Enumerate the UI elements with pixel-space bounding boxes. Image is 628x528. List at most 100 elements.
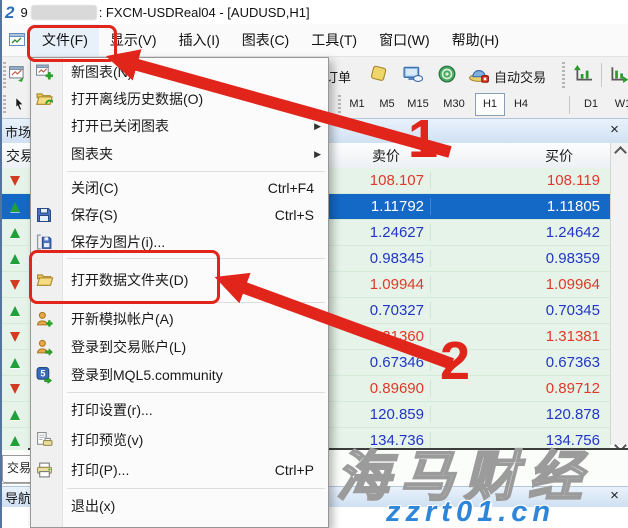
hosting-icon[interactable] xyxy=(402,65,424,83)
autotrading-hat-icon[interactable] xyxy=(468,65,490,83)
tab-divider xyxy=(0,483,30,484)
menu-item-file[interactable]: 文件(F) xyxy=(31,24,99,56)
redacted-account-name xyxy=(31,5,97,20)
buy-price: 108.119 xyxy=(431,172,610,189)
menu-item-save[interactable]: 保存(S) Ctrl+S xyxy=(31,201,328,228)
menu-item-label: 打印设置(r)... xyxy=(71,400,153,420)
buy-price: 1.24642 xyxy=(431,224,610,241)
menu-shortcut: Ctrl+S xyxy=(275,207,328,223)
menu-item-save-as-picture[interactable]: 保存为图片(i)... xyxy=(31,228,328,255)
svg-text:5: 5 xyxy=(40,369,45,379)
open-offline-icon xyxy=(36,90,53,107)
menu-item-print-preview[interactable]: 打印预览(v) xyxy=(31,425,328,455)
market-watch-title: 市场报价 xyxy=(5,122,32,141)
menu-item-close[interactable]: 关闭(C) Ctrl+F4 xyxy=(31,174,328,201)
buy-price: 1.31381 xyxy=(431,328,610,345)
menu-item-new-chart[interactable]: 新图表(N) xyxy=(31,58,328,85)
cursor-tool-icon[interactable] xyxy=(12,96,28,113)
menu-item-exit[interactable]: 退出(x) xyxy=(31,491,328,521)
column-symbol[interactable]: 交易品种 xyxy=(6,146,32,166)
down-arrow-icon xyxy=(0,332,30,342)
menu-item-login-trade-account[interactable]: 登录到交易账户(L) xyxy=(31,333,328,361)
toolbar-separator xyxy=(569,96,570,114)
timeframe-w1[interactable]: W1 xyxy=(612,94,628,114)
menu-item-label: 新图表(N) xyxy=(71,62,132,82)
menu-item-view[interactable]: 显示(V) xyxy=(99,24,168,56)
menu-item-open-deleted[interactable]: 打开已关闭图表 ▶ xyxy=(31,112,328,140)
buy-price: 0.67363 xyxy=(431,354,610,371)
chart-window-icon xyxy=(9,32,25,48)
menu-item-label: 打开离线历史数据(O) xyxy=(71,89,203,109)
save-picture-icon xyxy=(36,233,53,250)
menu-item-label: 登录到交易账户(L) xyxy=(71,337,186,357)
toolbar-grip[interactable] xyxy=(3,95,6,115)
menu-item-profiles[interactable]: 图表夹 ▶ xyxy=(31,140,328,168)
save-icon xyxy=(36,207,52,223)
menu-item-label: 开新模拟帐户(A) xyxy=(71,309,174,329)
down-arrow-icon xyxy=(0,176,30,186)
watermark-url: zzrt01.cn xyxy=(386,496,555,528)
menu-item-label: 打印(P)... xyxy=(71,460,129,480)
chart-grid-icon[interactable] xyxy=(607,65,628,83)
menu-item-label: 退出(x) xyxy=(71,496,115,516)
timeframe-m15[interactable]: M15 xyxy=(404,94,432,114)
submenu-arrow-icon: ▶ xyxy=(314,149,321,160)
login-account-icon xyxy=(36,339,53,356)
menu-item-insert[interactable]: 插入(I) xyxy=(168,24,231,56)
up-arrow-icon xyxy=(0,254,30,264)
close-icon[interactable]: × xyxy=(606,122,623,139)
new-chart-toolbar-icon[interactable] xyxy=(9,65,27,83)
menu-shortcut: Ctrl+F4 xyxy=(268,180,328,196)
mt4-logo-icon: 2 xyxy=(5,4,14,21)
toolbar-grip[interactable] xyxy=(338,95,341,115)
buy-price: 0.70345 xyxy=(431,302,610,319)
menu-item-print[interactable]: 打印(P)... Ctrl+P xyxy=(31,455,328,485)
submenu-arrow-icon: ▶ xyxy=(314,121,321,132)
menu-item-login-mql5[interactable]: 5 登录到MQL5.community xyxy=(31,361,328,389)
scrollbar[interactable] xyxy=(610,143,628,445)
menu-item-label: 保存(S) xyxy=(71,205,118,225)
toolbar-grip[interactable] xyxy=(562,62,565,88)
up-arrow-icon xyxy=(0,202,30,212)
timeframe-m30[interactable]: M30 xyxy=(440,94,468,114)
column-buy[interactable]: 买价 xyxy=(400,146,581,166)
navigator-title: 导航 xyxy=(5,488,31,507)
menu-item-label: 图表夹 xyxy=(71,144,113,164)
menu-item-charts[interactable]: 图表(C) xyxy=(231,24,300,56)
timeframe-h4[interactable]: H4 xyxy=(510,94,532,114)
timeframe-h1[interactable]: H1 xyxy=(475,93,505,116)
toolbar-separator xyxy=(601,63,602,87)
chart-axis-icon[interactable] xyxy=(572,65,594,83)
buy-price: 1.09964 xyxy=(431,276,610,293)
menu-item-help[interactable]: 帮助(H) xyxy=(441,24,510,56)
timeframe-m5[interactable]: M5 xyxy=(376,94,398,114)
open-data-folder-icon xyxy=(36,272,54,289)
menu-item-open-data-folder[interactable]: 打开数据文件夹(D) xyxy=(31,261,328,299)
menu-item-tools[interactable]: 工具(T) xyxy=(300,24,368,56)
up-arrow-icon xyxy=(0,436,30,446)
timeframe-d1[interactable]: D1 xyxy=(580,94,602,114)
up-arrow-icon xyxy=(0,306,30,316)
timeframe-m1[interactable]: M1 xyxy=(346,94,368,114)
toolbar-grip[interactable] xyxy=(3,62,6,88)
autotrading-button[interactable]: 自动交易 xyxy=(494,67,546,86)
open-account-icon xyxy=(36,311,53,328)
menu-item-open-offline[interactable]: 打开离线历史数据(O) xyxy=(31,85,328,112)
up-arrow-icon xyxy=(0,358,30,368)
down-arrow-icon xyxy=(0,280,30,290)
up-arrow-icon xyxy=(0,410,30,420)
close-icon[interactable]: × xyxy=(606,488,623,505)
print-icon xyxy=(36,462,53,479)
menu-item-label: 登录到MQL5.community xyxy=(71,365,223,385)
mql5-icon: 5 xyxy=(36,367,53,384)
signals-icon[interactable] xyxy=(438,65,456,83)
menu-item-print-setup[interactable]: 打印设置(r)... xyxy=(31,395,328,425)
scroll-up-icon[interactable] xyxy=(614,146,627,159)
menu-item-open-demo-account[interactable]: 开新模拟帐户(A) xyxy=(31,305,328,333)
menu-item-window[interactable]: 窗口(W) xyxy=(368,24,441,56)
window-left-edge xyxy=(0,0,2,528)
widget-icon[interactable] xyxy=(368,65,390,83)
menu-shortcut: Ctrl+P xyxy=(275,462,328,478)
menu-item-label: 保存为图片(i)... xyxy=(71,232,165,252)
print-preview-icon xyxy=(36,432,53,449)
